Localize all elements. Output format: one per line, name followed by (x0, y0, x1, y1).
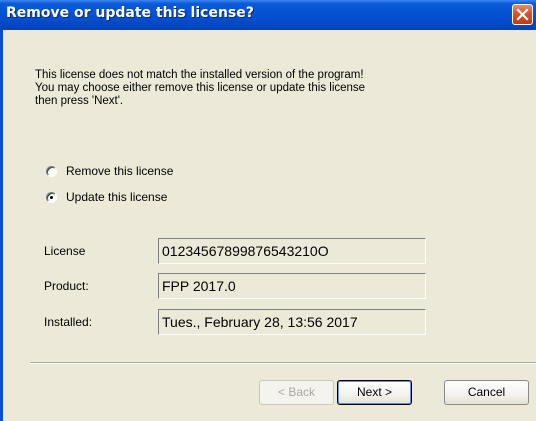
remove-license-label[interactable]: Remove this license (66, 164, 173, 178)
title-bar[interactable]: Remove or update this license? (0, 0, 536, 30)
message-line: then press 'Next'. (35, 95, 124, 107)
product-field: FPP 2017.0 (158, 273, 426, 299)
back-button[interactable]: < Back (259, 380, 334, 405)
license-value: 01234567899876543210O (162, 243, 329, 259)
message-text: This license does not match the installe… (35, 69, 455, 108)
installed-label: Installed: (44, 315, 93, 329)
installed-field: Tues., February 28, 13:56 2017 (158, 309, 426, 335)
update-license-radio[interactable] (46, 192, 57, 203)
message-line: You may choose either remove this licens… (35, 82, 366, 94)
close-button[interactable] (512, 4, 533, 25)
installed-value: Tues., February 28, 13:56 2017 (162, 314, 358, 330)
cancel-button[interactable]: Cancel (444, 380, 529, 405)
remove-license-radio[interactable] (46, 166, 57, 177)
radio-selected-dot (50, 196, 53, 199)
update-license-label[interactable]: Update this license (66, 190, 167, 204)
license-dialog: Remove or update this license? This lice… (0, 0, 536, 421)
next-button[interactable]: Next > (337, 380, 412, 405)
license-field: 01234567899876543210O (158, 238, 426, 264)
window-border-left (0, 30, 3, 421)
product-value: FPP 2017.0 (162, 278, 236, 294)
window-title: Remove or update this license? (6, 5, 254, 21)
message-line: This license does not match the installe… (35, 69, 364, 81)
product-label: Product: (44, 279, 89, 293)
license-label: License (44, 244, 86, 258)
close-x-icon (516, 8, 529, 21)
separator (30, 362, 536, 364)
